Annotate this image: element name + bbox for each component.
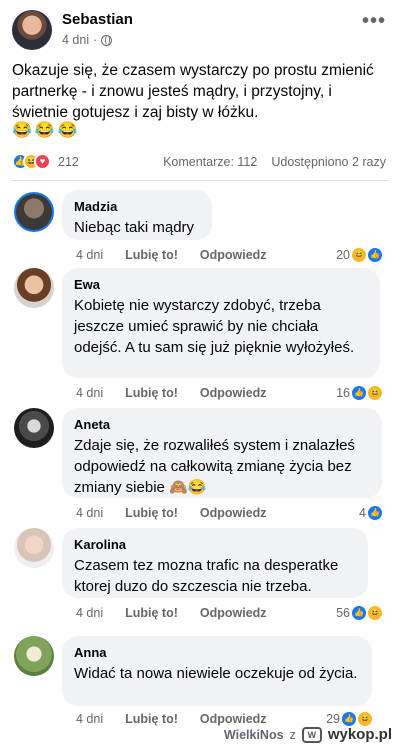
commenter-avatar[interactable] xyxy=(14,408,54,448)
like-button[interactable]: Lubię to! xyxy=(125,606,178,620)
wykop-logo-icon: W xyxy=(301,726,322,743)
shares-count[interactable]: Udostępniono 2 razy xyxy=(271,155,386,169)
comment-actions: 4 dni Lubię to! Odpowiedz xyxy=(76,386,267,400)
comment-text: Niebąc taki mądry xyxy=(74,219,195,236)
comment-reactions[interactable]: 4 👍 xyxy=(359,506,382,520)
comment-bubble: Karolina Czasem tez mozna trafic na desp… xyxy=(62,528,368,598)
comments-count[interactable]: Komentarze: 112 xyxy=(163,155,257,169)
post-time[interactable]: 4 dni xyxy=(62,33,89,47)
comment-reactions[interactable]: 16 👍 😆 xyxy=(336,386,382,400)
like-button[interactable]: Lubię to! xyxy=(125,712,178,726)
like-reaction-icon: 👍 xyxy=(352,386,366,400)
like-reaction-icon: 👍 xyxy=(342,712,356,726)
commenter-avatar[interactable] xyxy=(14,636,54,676)
reaction-count[interactable]: 212 xyxy=(58,155,79,169)
divider xyxy=(12,180,388,181)
comment-actions: 4 dni Lubię to! Odpowiedz xyxy=(76,506,267,520)
more-icon[interactable]: ••• xyxy=(362,10,386,33)
comment-reactions[interactable]: 29 👍 😆 xyxy=(326,712,372,726)
reaction-count: 29 xyxy=(326,712,340,726)
reply-button[interactable]: Odpowiedz xyxy=(200,712,267,726)
like-button[interactable]: Lubię to! xyxy=(125,506,178,520)
like-reaction-icon: 👍 xyxy=(368,248,382,262)
like-button[interactable]: Lubię to! xyxy=(125,386,178,400)
comment-time[interactable]: 4 dni xyxy=(76,712,103,726)
haha-reaction-icon: 😆 xyxy=(368,606,382,620)
commenter-avatar[interactable] xyxy=(14,192,54,232)
reply-button[interactable]: Odpowiedz xyxy=(200,506,267,520)
post-emojis: 😂😂😂 xyxy=(12,122,81,139)
author-name[interactable]: Sebastian xyxy=(62,11,133,28)
watermark-z: z xyxy=(289,727,296,742)
comment-text: Widać ta nowa niewiele oczekuje od życia… xyxy=(74,665,358,682)
post-header: Sebastian 4 dni · ••• xyxy=(12,10,388,54)
comment-reactions[interactable]: 20 😆 👍 xyxy=(336,248,382,262)
commenter-name[interactable]: Aneta xyxy=(74,417,110,432)
like-reaction-icon: 👍 xyxy=(352,606,366,620)
comment-time[interactable]: 4 dni xyxy=(76,606,103,620)
comment-bubble: Aneta Zdaje się, że rozwaliłeś system i … xyxy=(62,408,382,498)
comment-time[interactable]: 4 dni xyxy=(76,248,103,262)
commenter-name[interactable]: Karolina xyxy=(74,537,126,552)
watermark-site: wykop.pl xyxy=(327,726,392,743)
love-reaction-icon: ♥ xyxy=(34,153,51,170)
comment-bubble: Anna Widać ta nowa niewiele oczekuje od … xyxy=(62,636,372,706)
haha-reaction-icon: 😆 xyxy=(352,248,366,262)
comment-actions: 4 dni Lubię to! Odpowiedz xyxy=(76,248,267,262)
globe-icon xyxy=(101,34,113,46)
reply-button[interactable]: Odpowiedz xyxy=(200,606,267,620)
commenter-avatar[interactable] xyxy=(14,528,54,568)
comment-bubble: Madzia Niebąc taki mądry xyxy=(62,190,212,240)
comment-text: Zdaje się, że rozwaliłeś system i znalaz… xyxy=(74,437,355,496)
author-avatar[interactable] xyxy=(12,10,52,50)
post-stats: Komentarze: 112 Udostępniono 2 razy xyxy=(163,155,386,169)
meta-dot: · xyxy=(93,33,98,47)
commenter-name[interactable]: Anna xyxy=(74,645,107,660)
comment-time[interactable]: 4 dni xyxy=(76,386,103,400)
comment-time[interactable]: 4 dni xyxy=(76,506,103,520)
comment-bubble: Ewa Kobietę nie wystarczy zdobyć, trzeba… xyxy=(62,268,380,378)
commenter-avatar[interactable] xyxy=(14,268,54,308)
reply-button[interactable]: Odpowiedz xyxy=(200,386,267,400)
reply-button[interactable]: Odpowiedz xyxy=(200,248,267,262)
commenter-name[interactable]: Madzia xyxy=(74,199,117,214)
reaction-count: 4 xyxy=(359,506,366,520)
reaction-count: 20 xyxy=(336,248,350,262)
watermark: WielkiNos z W wykop.pl xyxy=(224,726,392,743)
comment-actions: 4 dni Lubię to! Odpowiedz xyxy=(76,712,267,726)
haha-reaction-icon: 😆 xyxy=(358,712,372,726)
post-meta: 4 dni · xyxy=(62,33,113,47)
haha-reaction-icon: 😆 xyxy=(368,386,382,400)
comment-text: Czasem tez mozna trafic na desperatke kt… xyxy=(74,557,339,595)
reaction-count: 56 xyxy=(336,606,350,620)
watermark-user: WielkiNos xyxy=(223,727,284,742)
like-reaction-icon: 👍 xyxy=(368,506,382,520)
commenter-name[interactable]: Ewa xyxy=(74,277,100,292)
post-text: Okazuje się, że czasem wystarczy po pros… xyxy=(12,62,374,121)
comment-reactions[interactable]: 56 👍 😆 xyxy=(336,606,382,620)
comment-actions: 4 dni Lubię to! Odpowiedz xyxy=(76,606,267,620)
reactions-bar: 👍 😆 ♥ 212 Komentarze: 112 Udostępniono 2… xyxy=(12,152,388,172)
comment-text: Kobietę nie wystarczy zdobyć, trzeba jes… xyxy=(74,297,355,356)
like-button[interactable]: Lubię to! xyxy=(125,248,178,262)
reaction-count: 16 xyxy=(336,386,350,400)
